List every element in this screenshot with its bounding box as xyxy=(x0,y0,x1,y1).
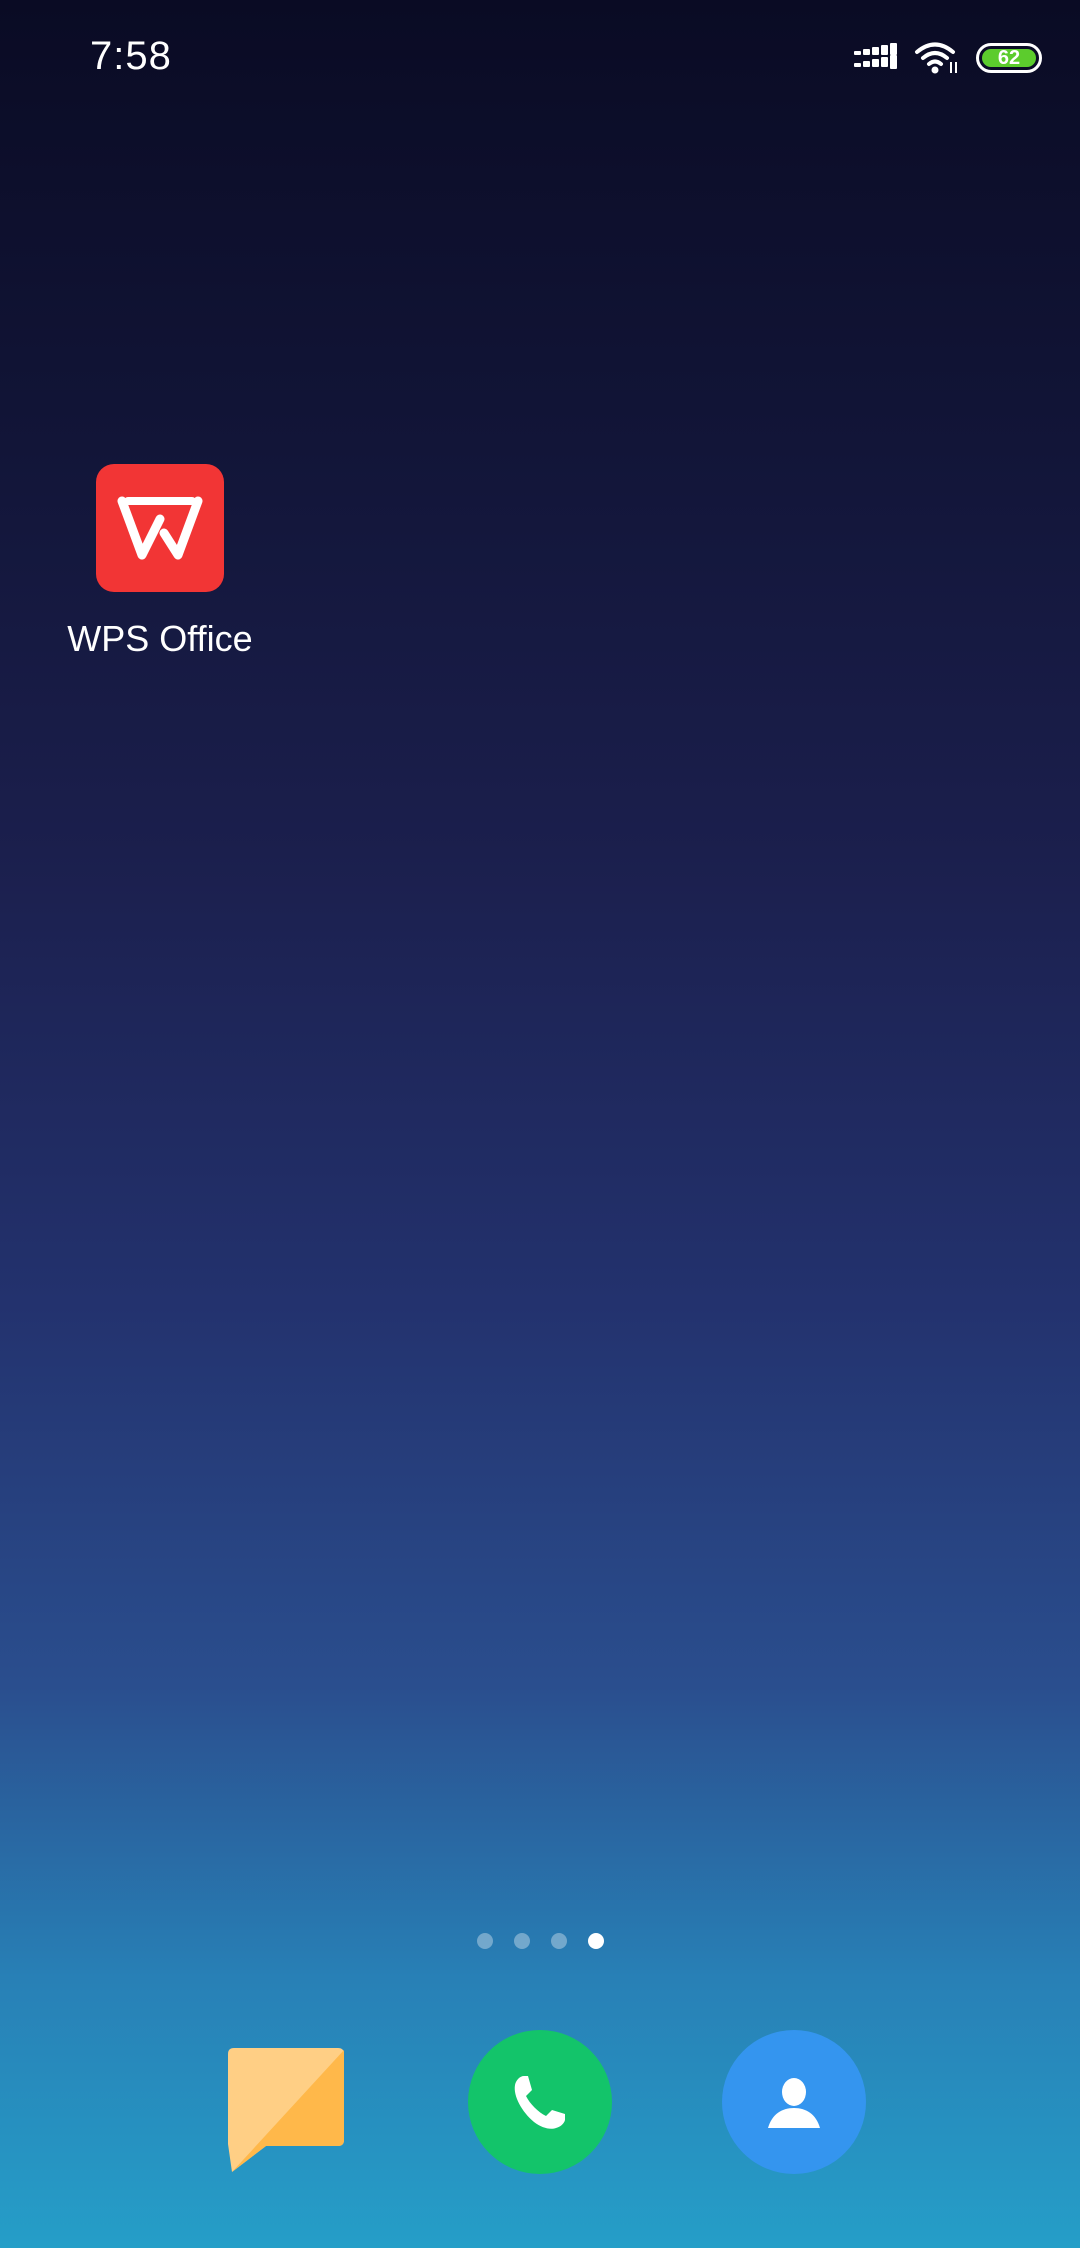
page-dot-4-active[interactable] xyxy=(587,1933,604,1949)
messages-icon[interactable] xyxy=(226,2044,346,2177)
page-dot-2[interactable] xyxy=(513,1933,530,1949)
signal-icon xyxy=(854,41,898,75)
status-bar: 7:58 62 xyxy=(0,0,1080,120)
battery-level: 62 xyxy=(997,47,1021,69)
contacts-icon[interactable] xyxy=(722,2030,866,2174)
wps-office-icon xyxy=(96,464,224,592)
page-dot-1[interactable] xyxy=(476,1933,493,1949)
status-time: 7:58 xyxy=(90,34,172,78)
app-icon-wps-office[interactable]: WPS Office xyxy=(48,464,272,660)
app-label-wps-office: WPS Office xyxy=(67,618,253,659)
page-indicator[interactable] xyxy=(0,1933,1080,1949)
dock xyxy=(0,2030,1080,2180)
battery-icon: 62 xyxy=(976,43,1042,73)
status-icons: 62 xyxy=(854,38,1042,78)
wifi-icon xyxy=(914,40,960,76)
phone-icon[interactable] xyxy=(468,2030,612,2174)
page-dot-3[interactable] xyxy=(550,1933,567,1949)
